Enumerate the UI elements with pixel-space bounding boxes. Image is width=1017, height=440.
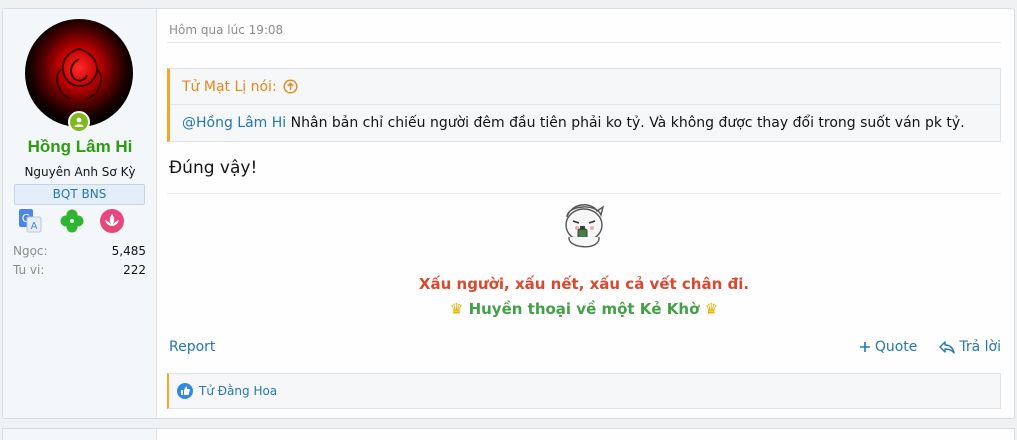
forum-post: Hồng Lâm Hi Nguyên Anh Sơ Kỳ BQT BNS G A <box>2 8 1015 419</box>
signature-line-1: Xấu người, xấu nết, xấu cả vết chân đi. <box>418 275 750 293</box>
stat-label: Ngọc: <box>13 244 48 258</box>
user-info-panel: Hồng Lâm Hi Nguyên Anh Sơ Kỳ BQT BNS G A <box>3 9 157 418</box>
clover-icon[interactable] <box>59 208 85 234</box>
signature-line-2: ♛ Huyền thoại về một Kẻ Khờ ♛ <box>167 300 1001 318</box>
quote-text: @Hồng Lâm Hi Nhân bản chỉ chiếu người đê… <box>182 115 965 131</box>
online-status-icon <box>68 111 90 133</box>
translate-icon[interactable]: G A <box>17 208 43 234</box>
divider <box>167 42 1001 43</box>
svg-text:A: A <box>31 221 38 232</box>
crown-icon: ♛ <box>704 300 719 318</box>
username[interactable]: Hồng Lâm Hi <box>3 137 157 157</box>
next-post-user-panel <box>3 429 157 440</box>
post-message: Đúng vậy! <box>169 158 258 178</box>
next-post <box>2 428 1015 440</box>
stat-value: 5,485 <box>111 244 146 258</box>
user-banner: BQT BNS <box>14 184 145 205</box>
like-icon <box>177 383 193 399</box>
signature-line-2-text: Huyền thoại về một Kẻ Khờ <box>468 300 700 318</box>
quote-body-text: Nhân bản chỉ chiếu người đêm đầu tiên ph… <box>286 115 965 131</box>
quote-header: Tử Mạt Lị nói: <box>170 69 1000 105</box>
lotus-icon[interactable] <box>99 208 125 234</box>
reply-label: Trả lời <box>959 339 1001 355</box>
plus-icon <box>859 342 870 352</box>
quote-button[interactable]: Quote <box>859 339 918 355</box>
reactions-bar: Tử Đằng Hoa <box>167 373 1001 409</box>
reply-button[interactable]: Trả lời <box>939 339 1001 355</box>
stat-value: 222 <box>123 263 146 277</box>
user-mention[interactable]: @Hồng Lâm Hi <box>182 115 286 131</box>
stat-tu-vi: Tu vi: 222 <box>13 263 146 277</box>
post-timestamp[interactable]: Hôm qua lúc 19:08 <box>169 23 283 37</box>
quote-block: Tử Mạt Lị nói: @Hồng Lâm Hi Nhân bản chỉ… <box>167 68 1001 142</box>
reaction-users[interactable]: Tử Đằng Hoa <box>199 384 277 398</box>
reply-icon <box>939 341 956 354</box>
arrow-up-circle-icon[interactable] <box>283 79 298 94</box>
report-link[interactable]: Report <box>169 339 215 355</box>
post-content: Hôm qua lúc 19:08 Tử Mạt Lị nói: @Hồng L… <box>167 9 1001 418</box>
user-title: Nguyên Anh Sơ Kỳ <box>24 165 136 179</box>
crown-icon: ♛ <box>449 300 464 318</box>
cartoon-sticker-icon <box>565 204 605 248</box>
stat-ngoc: Ngọc: 5,485 <box>13 244 146 258</box>
user-badges: G A <box>13 208 147 234</box>
signature-divider <box>167 193 1001 194</box>
post-actions: Quote Trả lời <box>859 339 1001 355</box>
quote-label: Quote <box>874 339 918 355</box>
stat-label: Tu vi: <box>13 263 45 277</box>
quote-author[interactable]: Tử Mạt Lị nói: <box>182 69 277 105</box>
